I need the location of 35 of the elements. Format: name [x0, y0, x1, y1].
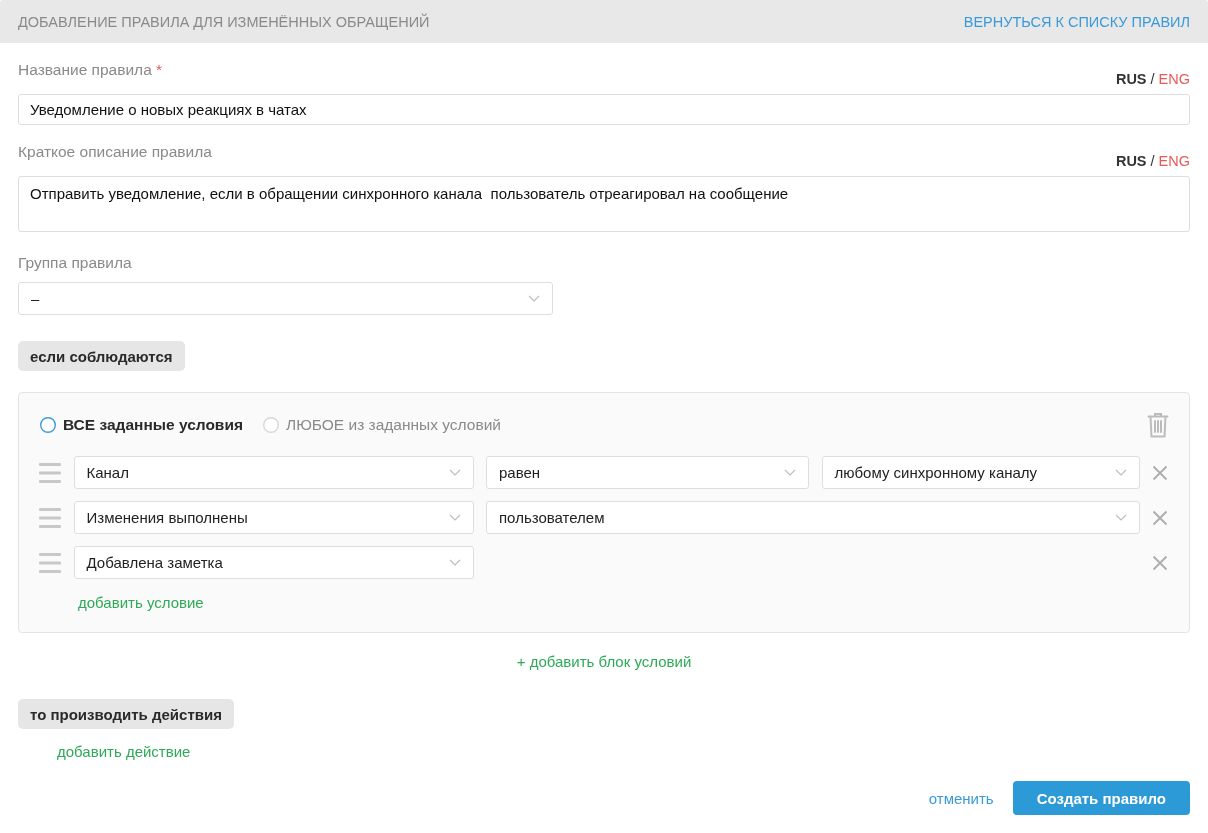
drag-handle-icon[interactable]	[39, 462, 61, 483]
language-link[interactable]: RUS	[1115, 152, 1147, 170]
actions-heading: то производить действия	[18, 699, 234, 729]
textarea-field[interactable]: Отправить уведомление, если в обращении синхронного канала пользователь отреагировал на сообщение	[18, 176, 1190, 232]
condition-select[interactable]: пользователем	[486, 501, 1140, 534]
chevron-icon	[1114, 514, 1127, 521]
chevron-icon	[528, 295, 540, 302]
close-icon[interactable]	[1152, 464, 1168, 481]
conditions-heading: если соблюдаются	[18, 341, 185, 371]
field-label: Группа правила	[18, 253, 132, 273]
condition-select[interactable]: равен	[486, 456, 809, 489]
language-link[interactable]: RUS	[1115, 70, 1147, 88]
chevron-icon	[784, 469, 796, 476]
radio-button[interactable]	[40, 417, 56, 433]
condition-select[interactable]: Изменения выполнены	[73, 501, 474, 534]
page-title: ДОБАВЛЕНИЕ ПРАВИЛА ДЛЯ ИЗМЕНЁННЫХ ОБРАЩЕНИЙ	[18, 13, 430, 30]
drag-handle-icon[interactable]	[39, 552, 61, 573]
field-label: Название правила *	[18, 60, 163, 80]
drag-handle-icon[interactable]	[39, 507, 61, 528]
select-field[interactable]: –	[18, 282, 553, 315]
close-icon[interactable]	[1152, 509, 1168, 526]
close-icon[interactable]	[1152, 554, 1168, 571]
language-separator: /	[1150, 70, 1155, 88]
condition-select[interactable]: Канал	[73, 456, 474, 489]
chevron-icon	[448, 469, 461, 476]
chevron-icon	[1114, 469, 1127, 476]
chevron-icon	[448, 559, 461, 566]
condition-select[interactable]: любому синхронному каналу	[821, 456, 1140, 489]
chevron-icon	[448, 514, 461, 521]
trash-icon[interactable]	[1147, 412, 1169, 438]
field-label: Краткое описание правила	[18, 142, 212, 162]
text-field[interactable]: Уведомление о новых реакциях в чатах	[18, 94, 1190, 125]
condition-select[interactable]: Добавлена заметка	[73, 546, 474, 579]
language-separator: /	[1150, 152, 1155, 170]
radio-label[interactable]: ВСЕ заданные условия	[63, 416, 243, 434]
